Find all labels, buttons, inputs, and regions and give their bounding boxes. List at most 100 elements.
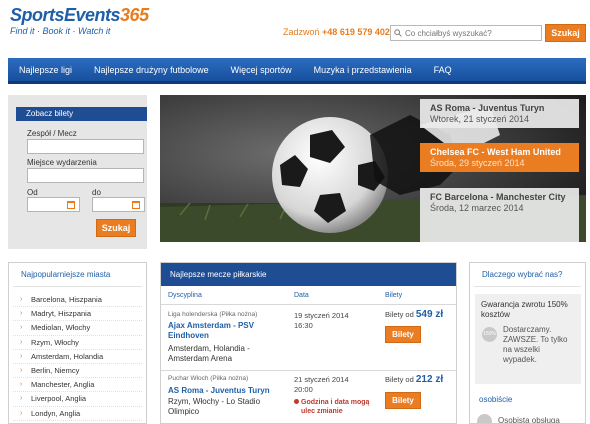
city-label: Barcelona, Hiszpania xyxy=(31,295,102,304)
city-item[interactable]: › Rzym, Włochy xyxy=(13,336,142,350)
search-button[interactable]: Szukaj xyxy=(545,24,586,42)
chevron-right-icon: › xyxy=(20,366,23,374)
form-title: Zobacz bilety xyxy=(16,107,147,121)
chevron-right-icon: › xyxy=(20,310,23,318)
hero-event-item-active[interactable]: Chelsea FC - West Ham United Środa, 29 s… xyxy=(420,143,579,172)
city-item[interactable]: › Mediolan, Włochy xyxy=(13,321,142,336)
phone-contact: Zadzwoń +48 619 579 402 xyxy=(283,27,390,37)
match-venue: Amsterdam, Holandia - Amsterdam Arena xyxy=(168,344,250,363)
phone-label: Zadzwoń xyxy=(283,27,320,37)
match-name[interactable]: Ajax Amsterdam - PSV Eindhoven xyxy=(168,321,254,341)
form-search-button[interactable]: Szukaj xyxy=(96,219,136,237)
logo[interactable]: SportsEvents365 Find it · Book it · Watc… xyxy=(10,5,170,45)
search-input[interactable] xyxy=(405,28,535,38)
logo-number: 365 xyxy=(120,5,149,25)
chevron-right-icon: › xyxy=(20,324,23,332)
city-label: Mediolan, Włochy xyxy=(31,323,91,333)
hero-event-title: AS Roma - Juventus Turyn xyxy=(430,103,545,113)
nav-item-more-sports[interactable]: Więcej sportów xyxy=(220,65,303,75)
city-list: › Barcelona, Hiszpania › Madryt, Hiszpania… xyxy=(9,293,146,421)
logo-tagline: Find it · Book it · Watch it xyxy=(10,26,111,36)
match-name[interactable]: AS Roma - Juventus Turyn xyxy=(168,386,270,396)
date-to-input[interactable] xyxy=(92,197,145,212)
city-label: Manchester, Anglia xyxy=(31,380,95,390)
match-category: Puchar Włoch (Piłka nożna) xyxy=(168,375,249,382)
tickets-button[interactable]: Bilety xyxy=(385,326,421,343)
guarantee-badge-icon: 150% xyxy=(482,327,497,342)
hero-banner[interactable]: AS Roma - Juventus Turyn Wtorek, 21 styc… xyxy=(160,95,586,242)
chevron-right-icon: › xyxy=(20,381,23,389)
why-title: Dlaczego wybrać nas? xyxy=(474,263,581,287)
top-matches: Najlepsze mecze piłkarskie Dyscyplina Da… xyxy=(160,262,457,424)
search-icon xyxy=(394,29,402,37)
date-from-input[interactable] xyxy=(27,197,80,212)
matches-title: Najlepsze mecze piłkarskie xyxy=(161,263,456,286)
from-label: Od xyxy=(27,188,38,197)
chevron-right-icon: › xyxy=(20,409,23,417)
venue-label: Miejsce wydarzenia xyxy=(27,158,97,167)
match-date: 21 styczeń 2014 20:00 xyxy=(294,375,349,394)
match-date: 19 styczeń 2014 16:30 xyxy=(294,311,349,330)
city-label: Berlin, Niemcy xyxy=(31,365,80,375)
delivery-text: Dostarczamy. ZAWSZE. To tylko na wszelki wy… xyxy=(503,325,568,364)
nav-item-music[interactable]: Muzyka i przedstawienia xyxy=(303,65,423,75)
nav-item-top-teams[interactable]: Najlepsze drużyny futbolowe xyxy=(83,65,220,75)
main-nav: Najlepsze ligi Najlepsze drużyny futbolo… xyxy=(8,58,586,84)
nav-item-top-leagues[interactable]: Najlepsze ligi xyxy=(8,65,83,75)
city-label: Amsterdam, Holandia xyxy=(31,351,104,361)
team-input[interactable] xyxy=(27,139,144,154)
hero-event-date: Środa, 29 styczeń 2014 xyxy=(430,158,525,168)
city-item[interactable]: › Berlin, Niemcy xyxy=(13,364,142,379)
phone-number[interactable]: +48 619 579 402 xyxy=(322,27,390,37)
city-label: Liverpool, Anglia xyxy=(31,394,87,404)
col-date: Data xyxy=(294,292,309,299)
tickets-button[interactable]: Bilety xyxy=(385,392,421,409)
match-category: Liga holenderska (Piłka nożna) xyxy=(168,311,258,318)
calendar-icon[interactable] xyxy=(67,201,75,209)
team-label: Zespół / Mecz xyxy=(27,129,77,138)
hero-events-panel: AS Roma - Juventus Turyn Wtorek, 21 styc… xyxy=(420,95,586,242)
hero-event-item[interactable]: AS Roma - Juventus Turyn Wtorek, 21 styc… xyxy=(420,99,579,128)
match-price: Bilety od 212 zł xyxy=(385,374,444,385)
city-item[interactable]: › Barcelona, Hiszpania xyxy=(13,293,142,308)
city-item[interactable]: › Amsterdam, Holandia xyxy=(13,350,142,364)
city-item[interactable]: › Londyn, Anglia xyxy=(13,407,142,421)
city-label: Londyn, Anglia xyxy=(31,408,81,418)
nav-item-faq[interactable]: FAQ xyxy=(423,65,463,75)
hero-event-date: Wtorek, 21 styczeń 2014 xyxy=(430,114,530,124)
clock-icon xyxy=(294,399,299,404)
city-label: Rzym, Włochy xyxy=(31,337,79,347)
hero-event-item[interactable]: FC Barcelona - Manchester City Środa, 12… xyxy=(420,188,579,242)
divider xyxy=(161,304,456,305)
calendar-icon[interactable] xyxy=(132,201,140,209)
guarantee-box: Gwarancja zwrotu 150% kosztów 150% Dostar… xyxy=(475,294,581,384)
city-item[interactable]: › Manchester, Anglia xyxy=(13,378,142,393)
city-item[interactable]: › Liverpool, Anglia xyxy=(13,392,142,407)
hero-event-date: Środa, 12 marzec 2014 xyxy=(430,203,524,213)
chevron-right-icon: › xyxy=(20,296,23,303)
city-item[interactable]: › Madryt, Hiszpania xyxy=(13,307,142,322)
col-tickets: Bilety xyxy=(385,292,403,299)
popular-cities: Najpopularniejsze miasta › Barcelona, His… xyxy=(8,262,147,424)
chevron-right-icon: › xyxy=(20,395,23,403)
guarantee-text: Gwarancja zwrotu 150% kosztów xyxy=(481,300,568,319)
service-text: Osobista obsługa xyxy=(498,416,560,424)
date-change-warning: Godzina i data mogą ulec zmianie xyxy=(294,398,369,416)
col-discipline: Dyscyplina xyxy=(168,292,202,299)
person-icon xyxy=(477,414,492,423)
cities-title: Najpopularniejsze miasta xyxy=(13,263,142,287)
logo-text: SportsEvents xyxy=(10,5,121,25)
match-price: Bilety od 549 zł xyxy=(385,309,444,320)
search-box xyxy=(390,25,542,41)
to-label: do xyxy=(92,188,101,197)
why-subtitle: osobiście xyxy=(479,395,513,404)
venue-input[interactable] xyxy=(27,168,144,183)
match-venue: Rzym, Włochy - Lo Stadio Olimpico xyxy=(168,397,261,416)
hero-event-title: Chelsea FC - West Ham United xyxy=(430,147,561,157)
hero-event-title: FC Barcelona - Manchester City xyxy=(430,192,566,202)
chevron-right-icon: › xyxy=(20,352,23,360)
why-us: Dlaczego wybrać nas? Gwarancja zwrotu 15… xyxy=(469,262,586,424)
city-label: Madryt, Hiszpania xyxy=(31,309,92,319)
divider xyxy=(161,370,456,371)
chevron-right-icon: › xyxy=(20,338,23,346)
